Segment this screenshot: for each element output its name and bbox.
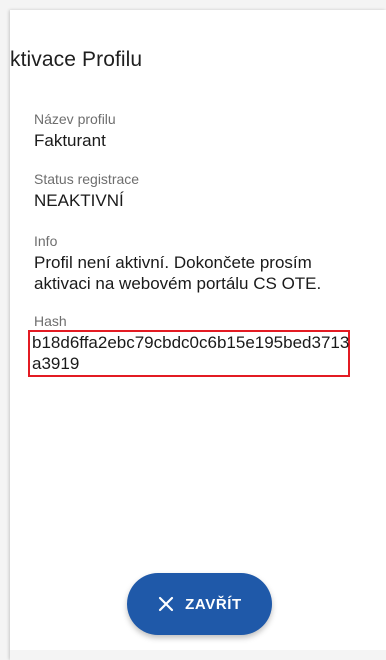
- field-label: Info: [34, 233, 58, 249]
- screen: ktivace Profilu Název profilu Fakturant …: [0, 0, 386, 660]
- bottom-edge: [10, 650, 386, 660]
- field-registration-status: Status registrace NEAKTIVNÍ: [34, 170, 362, 211]
- field-label: Hash: [34, 313, 67, 329]
- field-value: Profil není aktivní. Dokončete prosím ak…: [34, 253, 322, 293]
- close-button[interactable]: ZAVŘÍT: [127, 573, 272, 635]
- field-label: Název profilu: [34, 111, 116, 127]
- field-label: Status registrace: [34, 171, 140, 187]
- hash-value: b18d6ffa2ebc79cbdc0c6b15e195bed3713a3919: [32, 333, 350, 373]
- field-hash: Hash: [34, 312, 362, 330]
- profile-activation-dialog: ktivace Profilu Název profilu Fakturant …: [10, 10, 386, 660]
- field-info: Info Profil není aktivní. Dokončete pros…: [34, 232, 362, 294]
- field-value: NEAKTIVNÍ: [34, 191, 124, 210]
- dialog-title: ktivace Profilu: [10, 48, 143, 71]
- field-profile-name: Název profilu Fakturant: [34, 110, 362, 151]
- close-button-label: ZAVŘÍT: [185, 595, 242, 613]
- field-value: Fakturant: [34, 131, 106, 150]
- close-icon: [157, 595, 175, 613]
